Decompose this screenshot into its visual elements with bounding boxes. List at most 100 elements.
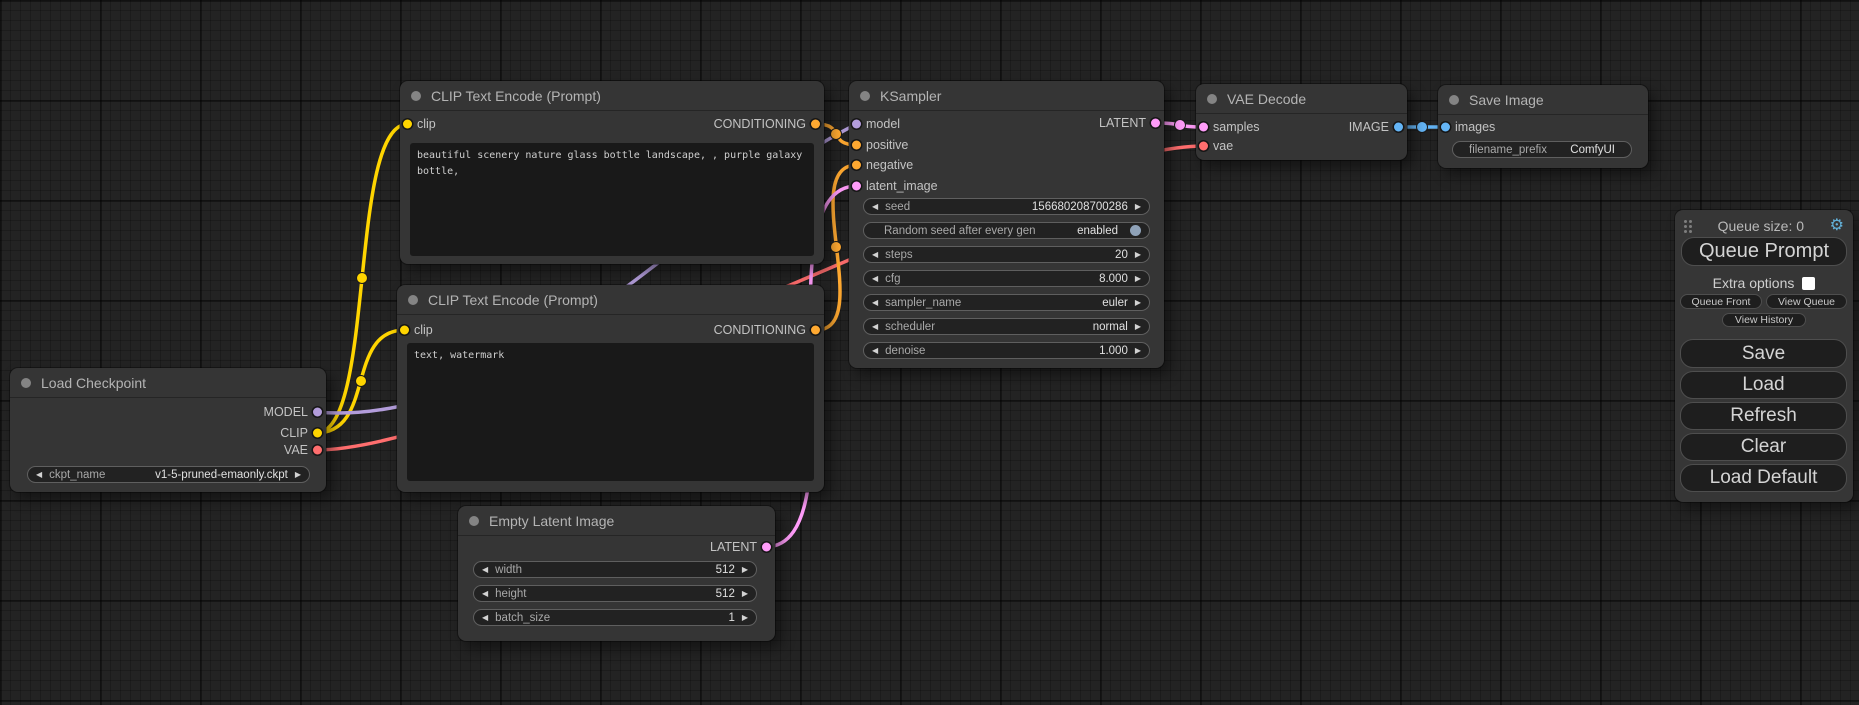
width-widget[interactable]: ◀ width 512 ▶ <box>473 561 757 578</box>
collapse-dot-icon[interactable] <box>860 91 870 101</box>
widget-label: Random seed after every gen <box>884 225 1036 237</box>
sampler-name-widget[interactable]: ◀ sampler_name euler ▶ <box>863 294 1150 311</box>
node-clip-text-encode-positive[interactable]: CLIP Text Encode (Prompt) clip CONDITION… <box>400 81 824 264</box>
image-output-port[interactable] <box>1394 123 1403 132</box>
output-slot-model: MODEL <box>264 403 326 421</box>
random-seed-toggle-widget[interactable]: Random seed after every gen enabled <box>863 222 1150 239</box>
settings-gear-icon[interactable]: ⚙ <box>1830 218 1844 234</box>
node-clip-text-encode-negative[interactable]: CLIP Text Encode (Prompt) clip CONDITION… <box>397 285 824 492</box>
negative-prompt-textarea[interactable]: text, watermark <box>407 343 814 481</box>
node-vae-decode[interactable]: VAE Decode samples vae IMAGE <box>1196 84 1407 160</box>
prev-value-arrow-icon[interactable]: ◀ <box>482 566 488 574</box>
next-value-arrow-icon[interactable]: ▶ <box>742 566 748 574</box>
queue-prompt-button[interactable]: Queue Prompt <box>1681 237 1847 266</box>
next-value-arrow-icon[interactable]: ▶ <box>295 471 301 479</box>
collapse-dot-icon[interactable] <box>469 516 479 526</box>
prev-value-arrow-icon[interactable]: ◀ <box>872 251 878 259</box>
drag-handle-icon[interactable] <box>1684 220 1692 233</box>
collapse-dot-icon[interactable] <box>408 295 418 305</box>
positive-input-port[interactable] <box>852 141 861 150</box>
extra-options-checkbox[interactable] <box>1802 277 1815 290</box>
input-slot-clip: clip <box>400 115 436 133</box>
next-value-arrow-icon[interactable]: ▶ <box>742 614 748 622</box>
next-value-arrow-icon[interactable]: ▶ <box>1135 275 1141 283</box>
negative-input-port[interactable] <box>852 161 861 170</box>
toggle-knob-icon[interactable] <box>1130 225 1141 236</box>
prev-value-arrow-icon[interactable]: ◀ <box>872 203 878 211</box>
output-slot-conditioning: CONDITIONING <box>714 115 824 133</box>
seed-widget[interactable]: ◀ seed 156680208700286 ▶ <box>863 198 1150 215</box>
node-ksampler[interactable]: KSampler model positive negative latent_… <box>849 81 1164 368</box>
positive-prompt-textarea[interactable]: beautiful scenery nature glass bottle la… <box>410 143 814 256</box>
next-value-arrow-icon[interactable]: ▶ <box>742 590 748 598</box>
widget-label: scheduler <box>885 321 935 333</box>
vae-input-port[interactable] <box>1199 142 1208 151</box>
clip-input-port[interactable] <box>403 120 412 129</box>
prev-value-arrow-icon[interactable]: ◀ <box>482 614 488 622</box>
model-input-port[interactable] <box>852 120 861 129</box>
prev-value-arrow-icon[interactable]: ◀ <box>872 299 878 307</box>
output-slot-conditioning: CONDITIONING <box>714 321 824 339</box>
prev-value-arrow-icon[interactable]: ◀ <box>482 590 488 598</box>
prev-value-arrow-icon[interactable]: ◀ <box>36 471 42 479</box>
view-history-button[interactable]: View History <box>1722 313 1806 327</box>
collapse-dot-icon[interactable] <box>1207 94 1217 104</box>
batch-size-widget[interactable]: ◀ batch_size 1 ▶ <box>473 609 757 626</box>
load-button[interactable]: Load <box>1680 371 1847 399</box>
latent-output-port[interactable] <box>762 543 771 552</box>
widget-value: 512 <box>716 564 735 576</box>
next-value-arrow-icon[interactable]: ▶ <box>1135 299 1141 307</box>
input-label: vae <box>1213 139 1233 153</box>
prev-value-arrow-icon[interactable]: ◀ <box>872 275 878 283</box>
cfg-widget[interactable]: ◀ cfg 8.000 ▶ <box>863 270 1150 287</box>
widget-label: steps <box>885 249 913 261</box>
node-empty-latent-image[interactable]: Empty Latent Image LATENT ◀ width 512 ▶ … <box>458 506 775 641</box>
collapse-dot-icon[interactable] <box>1449 95 1459 105</box>
steps-widget[interactable]: ◀ steps 20 ▶ <box>863 246 1150 263</box>
conditioning-output-port[interactable] <box>811 326 820 335</box>
node-title-bar[interactable]: Empty Latent Image <box>458 506 775 536</box>
refresh-button[interactable]: Refresh <box>1680 402 1847 430</box>
next-value-arrow-icon[interactable]: ▶ <box>1135 323 1141 331</box>
next-value-arrow-icon[interactable]: ▶ <box>1135 251 1141 259</box>
vae-output-port[interactable] <box>313 446 322 455</box>
view-queue-button[interactable]: View Queue <box>1766 294 1847 309</box>
filename-prefix-widget[interactable]: filename_prefix ComfyUI <box>1452 141 1632 158</box>
input-label: model <box>866 117 900 131</box>
denoise-widget[interactable]: ◀ denoise 1.000 ▶ <box>863 342 1150 359</box>
next-value-arrow-icon[interactable]: ▶ <box>1135 347 1141 355</box>
node-title: Save Image <box>1469 92 1544 108</box>
clip-input-port[interactable] <box>400 326 409 335</box>
conditioning-output-port[interactable] <box>811 120 820 129</box>
node-title-bar[interactable]: VAE Decode <box>1196 84 1407 114</box>
images-input-port[interactable] <box>1441 123 1450 132</box>
model-output-port[interactable] <box>313 408 322 417</box>
node-load-checkpoint[interactable]: Load Checkpoint MODEL CLIP VAE ◀ ckpt_na… <box>10 368 326 492</box>
latent-image-input-port[interactable] <box>852 182 861 191</box>
node-title-bar[interactable]: CLIP Text Encode (Prompt) <box>400 81 824 111</box>
node-title-bar[interactable]: KSampler <box>849 81 1164 111</box>
load-default-button[interactable]: Load Default <box>1680 464 1847 492</box>
scheduler-widget[interactable]: ◀ scheduler normal ▶ <box>863 318 1150 335</box>
collapse-dot-icon[interactable] <box>411 91 421 101</box>
ckpt-name-widget[interactable]: ◀ ckpt_name v1-5-pruned-emaonly.ckpt ▶ <box>27 466 310 483</box>
input-label: clip <box>417 117 436 131</box>
collapse-dot-icon[interactable] <box>21 378 31 388</box>
next-value-arrow-icon[interactable]: ▶ <box>1135 203 1141 211</box>
samples-input-port[interactable] <box>1199 123 1208 132</box>
clip-output-port[interactable] <box>313 429 322 438</box>
prev-value-arrow-icon[interactable]: ◀ <box>872 347 878 355</box>
widget-value: v1-5-pruned-emaonly.ckpt <box>155 469 288 481</box>
queue-front-button[interactable]: Queue Front <box>1680 294 1762 309</box>
height-widget[interactable]: ◀ height 512 ▶ <box>473 585 757 602</box>
node-title-bar[interactable]: Load Checkpoint <box>10 368 326 398</box>
node-graph-canvas[interactable]: Load Checkpoint MODEL CLIP VAE ◀ ckpt_na… <box>0 0 1859 705</box>
prev-value-arrow-icon[interactable]: ◀ <box>872 323 878 331</box>
node-title-bar[interactable]: CLIP Text Encode (Prompt) <box>397 285 824 315</box>
link-midpoint-dot <box>831 242 842 253</box>
node-title-bar[interactable]: Save Image <box>1438 85 1648 115</box>
latent-output-port[interactable] <box>1151 119 1160 128</box>
clear-button[interactable]: Clear <box>1680 433 1847 461</box>
node-save-image[interactable]: Save Image images filename_prefix ComfyU… <box>1438 85 1648 168</box>
save-button[interactable]: Save <box>1680 339 1847 368</box>
